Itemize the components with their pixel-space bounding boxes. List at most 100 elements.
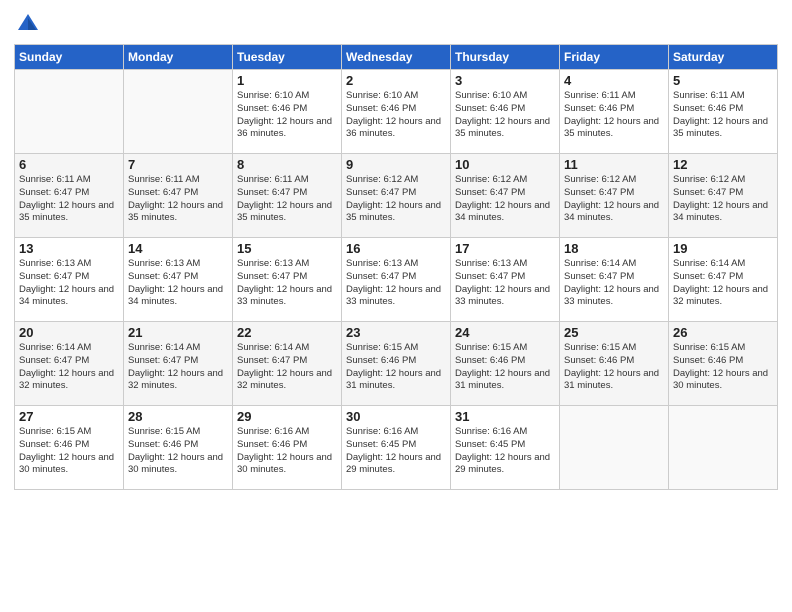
- day-number: 1: [237, 73, 337, 88]
- cell-info: Sunrise: 6:13 AM Sunset: 6:47 PM Dayligh…: [237, 258, 337, 309]
- logo: [14, 10, 46, 38]
- day-number: 15: [237, 241, 337, 256]
- calendar-cell: 26 Sunrise: 6:15 AM Sunset: 6:46 PM Dayli…: [669, 322, 778, 406]
- day-number: 2: [346, 73, 446, 88]
- cell-info: Sunrise: 6:15 AM Sunset: 6:46 PM Dayligh…: [19, 426, 119, 477]
- day-number: 11: [564, 157, 664, 172]
- cell-info: Sunrise: 6:13 AM Sunset: 6:47 PM Dayligh…: [19, 258, 119, 309]
- cell-info: Sunrise: 6:11 AM Sunset: 6:47 PM Dayligh…: [19, 174, 119, 225]
- calendar-week-row: 13 Sunrise: 6:13 AM Sunset: 6:47 PM Dayli…: [15, 238, 778, 322]
- calendar-cell: 9 Sunrise: 6:12 AM Sunset: 6:47 PM Daylig…: [342, 154, 451, 238]
- cell-info: Sunrise: 6:14 AM Sunset: 6:47 PM Dayligh…: [128, 342, 228, 393]
- day-number: 12: [673, 157, 773, 172]
- calendar-cell: 28 Sunrise: 6:15 AM Sunset: 6:46 PM Dayli…: [124, 406, 233, 490]
- calendar-cell: 30Sunrise: 6:16 AM Sunset: 6:45 PM Dayli…: [342, 406, 451, 490]
- cell-info: Sunrise: 6:14 AM Sunset: 6:47 PM Dayligh…: [19, 342, 119, 393]
- calendar-cell: 5Sunrise: 6:11 AM Sunset: 6:46 PM Daylig…: [669, 70, 778, 154]
- calendar-cell: 18 Sunrise: 6:14 AM Sunset: 6:47 PM Dayli…: [560, 238, 669, 322]
- day-number: 26: [673, 325, 773, 340]
- cell-info: Sunrise: 6:15 AM Sunset: 6:46 PM Dayligh…: [455, 342, 555, 393]
- day-header-tuesday: Tuesday: [233, 45, 342, 70]
- cell-info: Sunrise: 6:14 AM Sunset: 6:47 PM Dayligh…: [564, 258, 664, 309]
- calendar-cell: 11 Sunrise: 6:12 AM Sunset: 6:47 PM Dayli…: [560, 154, 669, 238]
- cell-info: Sunrise: 6:10 AM Sunset: 6:46 PM Dayligh…: [237, 90, 337, 141]
- calendar-cell: 21 Sunrise: 6:14 AM Sunset: 6:47 PM Dayli…: [124, 322, 233, 406]
- cell-info: Sunrise: 6:12 AM Sunset: 6:47 PM Dayligh…: [455, 174, 555, 225]
- cell-info: Sunrise: 6:12 AM Sunset: 6:47 PM Dayligh…: [346, 174, 446, 225]
- calendar-header-row: SundayMondayTuesdayWednesdayThursdayFrid…: [15, 45, 778, 70]
- calendar-cell: [560, 406, 669, 490]
- calendar-table: SundayMondayTuesdayWednesdayThursdayFrid…: [14, 44, 778, 490]
- calendar-cell: 10 Sunrise: 6:12 AM Sunset: 6:47 PM Dayli…: [451, 154, 560, 238]
- calendar-cell: 31Sunrise: 6:16 AM Sunset: 6:45 PM Dayli…: [451, 406, 560, 490]
- calendar-week-row: 1 Sunrise: 6:10 AM Sunset: 6:46 PM Daylig…: [15, 70, 778, 154]
- calendar-cell: 19 Sunrise: 6:14 AM Sunset: 6:47 PM Dayli…: [669, 238, 778, 322]
- calendar-cell: 3Sunrise: 6:10 AM Sunset: 6:46 PM Daylig…: [451, 70, 560, 154]
- day-number: 21: [128, 325, 228, 340]
- day-header-friday: Friday: [560, 45, 669, 70]
- cell-info: Sunrise: 6:11 AM Sunset: 6:46 PM Dayligh…: [564, 90, 664, 141]
- calendar-cell: 16Sunrise: 6:13 AM Sunset: 6:47 PM Dayli…: [342, 238, 451, 322]
- day-number: 13: [19, 241, 119, 256]
- day-number: 18: [564, 241, 664, 256]
- page: SundayMondayTuesdayWednesdayThursdayFrid…: [0, 0, 792, 612]
- day-number: 28: [128, 409, 228, 424]
- calendar-cell: 24 Sunrise: 6:15 AM Sunset: 6:46 PM Dayli…: [451, 322, 560, 406]
- calendar-cell: 6 Sunrise: 6:11 AM Sunset: 6:47 PM Daylig…: [15, 154, 124, 238]
- day-number: 29: [237, 409, 337, 424]
- calendar-cell: 20 Sunrise: 6:14 AM Sunset: 6:47 PM Dayli…: [15, 322, 124, 406]
- cell-info: Sunrise: 6:16 AM Sunset: 6:46 PM Dayligh…: [237, 426, 337, 477]
- cell-info: Sunrise: 6:15 AM Sunset: 6:46 PM Dayligh…: [346, 342, 446, 393]
- day-header-monday: Monday: [124, 45, 233, 70]
- day-number: 25: [564, 325, 664, 340]
- day-number: 30: [346, 409, 446, 424]
- calendar-week-row: 6 Sunrise: 6:11 AM Sunset: 6:47 PM Daylig…: [15, 154, 778, 238]
- cell-info: Sunrise: 6:12 AM Sunset: 6:47 PM Dayligh…: [564, 174, 664, 225]
- day-number: 17: [455, 241, 555, 256]
- calendar-cell: 23Sunrise: 6:15 AM Sunset: 6:46 PM Dayli…: [342, 322, 451, 406]
- cell-info: Sunrise: 6:11 AM Sunset: 6:47 PM Dayligh…: [237, 174, 337, 225]
- calendar-cell: 25 Sunrise: 6:15 AM Sunset: 6:46 PM Dayli…: [560, 322, 669, 406]
- day-number: 7: [128, 157, 228, 172]
- cell-info: Sunrise: 6:14 AM Sunset: 6:47 PM Dayligh…: [237, 342, 337, 393]
- day-number: 5: [673, 73, 773, 88]
- calendar-cell: 29 Sunrise: 6:16 AM Sunset: 6:46 PM Dayli…: [233, 406, 342, 490]
- day-number: 6: [19, 157, 119, 172]
- day-number: 9: [346, 157, 446, 172]
- cell-info: Sunrise: 6:14 AM Sunset: 6:47 PM Dayligh…: [673, 258, 773, 309]
- calendar-cell: 17Sunrise: 6:13 AM Sunset: 6:47 PM Dayli…: [451, 238, 560, 322]
- day-number: 4: [564, 73, 664, 88]
- day-number: 8: [237, 157, 337, 172]
- cell-info: Sunrise: 6:15 AM Sunset: 6:46 PM Dayligh…: [564, 342, 664, 393]
- day-header-wednesday: Wednesday: [342, 45, 451, 70]
- calendar-cell: 7 Sunrise: 6:11 AM Sunset: 6:47 PM Daylig…: [124, 154, 233, 238]
- day-number: 16: [346, 241, 446, 256]
- calendar-cell: 22Sunrise: 6:14 AM Sunset: 6:47 PM Dayli…: [233, 322, 342, 406]
- cell-info: Sunrise: 6:15 AM Sunset: 6:46 PM Dayligh…: [128, 426, 228, 477]
- calendar-cell: 12 Sunrise: 6:12 AM Sunset: 6:47 PM Dayli…: [669, 154, 778, 238]
- cell-info: Sunrise: 6:12 AM Sunset: 6:47 PM Dayligh…: [673, 174, 773, 225]
- day-header-sunday: Sunday: [15, 45, 124, 70]
- calendar-cell: 8 Sunrise: 6:11 AM Sunset: 6:47 PM Daylig…: [233, 154, 342, 238]
- day-number: 19: [673, 241, 773, 256]
- day-number: 3: [455, 73, 555, 88]
- day-number: 10: [455, 157, 555, 172]
- calendar-cell: [124, 70, 233, 154]
- cell-info: Sunrise: 6:11 AM Sunset: 6:47 PM Dayligh…: [128, 174, 228, 225]
- day-number: 20: [19, 325, 119, 340]
- cell-info: Sunrise: 6:16 AM Sunset: 6:45 PM Dayligh…: [455, 426, 555, 477]
- calendar-cell: [669, 406, 778, 490]
- calendar-cell: 13 Sunrise: 6:13 AM Sunset: 6:47 PM Dayli…: [15, 238, 124, 322]
- day-header-thursday: Thursday: [451, 45, 560, 70]
- calendar-week-row: 20 Sunrise: 6:14 AM Sunset: 6:47 PM Dayli…: [15, 322, 778, 406]
- day-number: 27: [19, 409, 119, 424]
- cell-info: Sunrise: 6:10 AM Sunset: 6:46 PM Dayligh…: [346, 90, 446, 141]
- day-number: 24: [455, 325, 555, 340]
- calendar-cell: 4 Sunrise: 6:11 AM Sunset: 6:46 PM Daylig…: [560, 70, 669, 154]
- cell-info: Sunrise: 6:13 AM Sunset: 6:47 PM Dayligh…: [128, 258, 228, 309]
- calendar-cell: 15 Sunrise: 6:13 AM Sunset: 6:47 PM Dayli…: [233, 238, 342, 322]
- calendar-cell: [15, 70, 124, 154]
- calendar-cell: 27 Sunrise: 6:15 AM Sunset: 6:46 PM Dayli…: [15, 406, 124, 490]
- cell-info: Sunrise: 6:15 AM Sunset: 6:46 PM Dayligh…: [673, 342, 773, 393]
- calendar-cell: 14Sunrise: 6:13 AM Sunset: 6:47 PM Dayli…: [124, 238, 233, 322]
